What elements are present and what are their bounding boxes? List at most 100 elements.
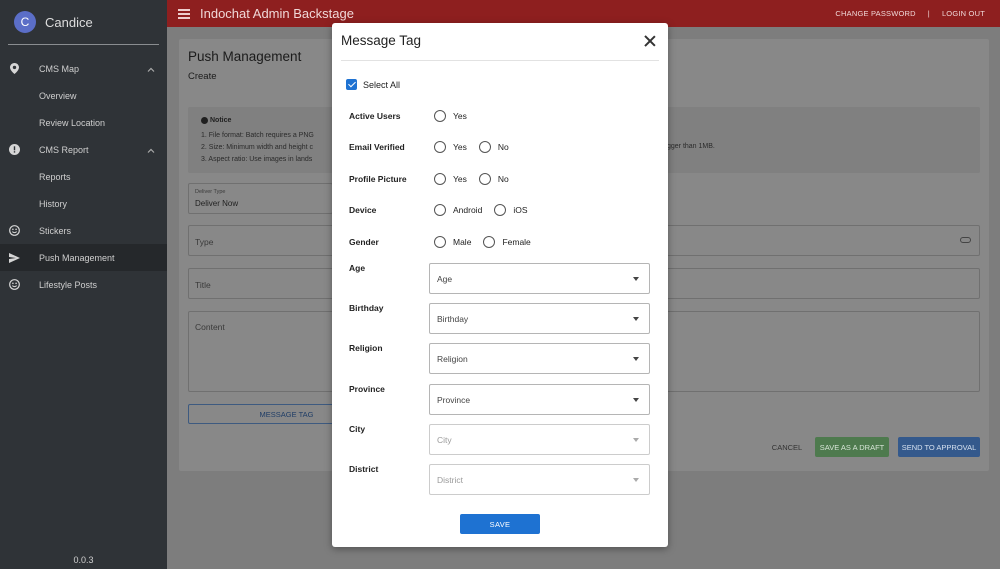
sidebar-item-label: CMS Map bbox=[39, 63, 80, 74]
active-users-yes-radio[interactable]: Yes bbox=[434, 110, 467, 122]
birthday-select[interactable]: Birthday bbox=[429, 303, 650, 334]
send-to-approval-button[interactable]: SEND TO APPROVAL bbox=[898, 437, 980, 457]
province-label: Province bbox=[349, 384, 385, 394]
radio-icon[interactable] bbox=[434, 204, 446, 216]
province-select-value: Province bbox=[437, 395, 471, 405]
age-select[interactable]: Age bbox=[429, 263, 650, 294]
gender-male-radio[interactable]: Male bbox=[434, 236, 471, 248]
dialog-title: Message Tag bbox=[341, 33, 422, 48]
district-select[interactable]: District bbox=[429, 464, 650, 495]
profile-picture-no-radio[interactable]: No bbox=[478, 173, 509, 185]
sidebar-item-cms-map[interactable]: CMS Map bbox=[0, 55, 167, 82]
sidebar-item-history[interactable]: History bbox=[0, 190, 167, 217]
radio-label: No bbox=[497, 142, 509, 152]
notice-line: 2. Size: Minimum width and height c bbox=[201, 144, 314, 151]
radio-icon[interactable] bbox=[434, 110, 446, 122]
sidebar-item-label: Overview bbox=[39, 90, 77, 101]
change-password-link[interactable]: CHANGE PASSWORD bbox=[835, 9, 915, 18]
deliver-type-select[interactable]: Deliver Type Deliver Now bbox=[188, 183, 333, 214]
smiley-icon bbox=[9, 279, 20, 290]
district-label: District bbox=[349, 464, 379, 474]
save-draft-button[interactable]: SAVE AS A DRAFT bbox=[815, 437, 889, 457]
radio-label: iOS bbox=[513, 205, 528, 215]
birthday-label: Birthday bbox=[349, 303, 384, 313]
gender-female-radio[interactable]: Female bbox=[483, 236, 531, 248]
chevron-up-icon bbox=[147, 64, 155, 74]
cancel-button[interactable]: CANCEL bbox=[767, 437, 807, 457]
save-button[interactable]: SAVE bbox=[460, 514, 540, 534]
dialog-divider bbox=[341, 60, 659, 61]
radio-icon[interactable] bbox=[483, 236, 496, 248]
radio-icon[interactable] bbox=[434, 173, 446, 185]
email-verified-label: Email Verified bbox=[349, 142, 405, 152]
religion-select[interactable]: Religion bbox=[429, 343, 650, 374]
sidebar-item-reports[interactable]: Reports bbox=[0, 163, 167, 190]
page-title: Push Management bbox=[188, 49, 302, 64]
notice-line: 3. Aspect ratio: Use images in lands bbox=[201, 156, 313, 163]
device-ios-radio[interactable]: iOS bbox=[494, 204, 527, 216]
radio-label: Female bbox=[502, 237, 531, 247]
hamburger-menu-icon[interactable] bbox=[178, 8, 190, 19]
profile-picture-label: Profile Picture bbox=[349, 174, 407, 184]
profile-picture-radio-group: Yes No bbox=[434, 173, 521, 185]
radio-icon[interactable] bbox=[434, 141, 446, 153]
close-icon[interactable] bbox=[644, 35, 656, 47]
age-select-value: Age bbox=[437, 274, 453, 284]
sidebar-item-stickers[interactable]: Stickers bbox=[0, 217, 167, 244]
send-icon bbox=[9, 252, 20, 263]
logout-link[interactable]: LOGIN OUT bbox=[942, 9, 985, 18]
religion-label: Religion bbox=[349, 343, 383, 353]
avatar[interactable]: C bbox=[14, 11, 36, 33]
app-title: Indochat Admin Backstage bbox=[200, 6, 354, 21]
sidebar-item-review-location[interactable]: Review Location bbox=[0, 109, 167, 136]
radio-icon[interactable] bbox=[494, 204, 507, 216]
city-select[interactable]: City bbox=[429, 424, 650, 455]
gender-label: Gender bbox=[349, 237, 379, 247]
sidebar-item-push-management[interactable]: Push Management bbox=[0, 244, 167, 271]
info-icon bbox=[201, 117, 208, 124]
age-label: Age bbox=[349, 263, 366, 273]
chevron-up-icon bbox=[147, 145, 155, 155]
header-separator: | bbox=[927, 9, 930, 18]
select-all-checkbox[interactable]: Select All bbox=[346, 79, 400, 90]
province-select[interactable]: Province bbox=[429, 384, 650, 415]
smiley-icon bbox=[9, 225, 20, 236]
sidebar-item-label: Stickers bbox=[39, 225, 72, 236]
username: Candice bbox=[45, 14, 93, 30]
sidebar: C Candice CMS Map Overview Review Locati… bbox=[0, 0, 167, 569]
radio-icon[interactable] bbox=[478, 141, 491, 153]
sidebar-item-label: History bbox=[39, 198, 68, 209]
radio-label: Male bbox=[453, 237, 472, 247]
user-profile: C Candice bbox=[0, 0, 167, 44]
device-android-radio[interactable]: Android bbox=[434, 204, 482, 216]
radio-icon[interactable] bbox=[478, 173, 491, 185]
city-select-value: City bbox=[437, 435, 452, 445]
dropdown-arrow-icon bbox=[633, 478, 639, 482]
attachment-icon[interactable] bbox=[960, 237, 971, 243]
dropdown-arrow-icon bbox=[633, 317, 639, 321]
profile-picture-yes-radio[interactable]: Yes bbox=[434, 173, 467, 185]
checkbox-checked-icon[interactable] bbox=[346, 79, 357, 90]
notice-title: Notice bbox=[201, 117, 231, 124]
sidebar-item-label: Push Management bbox=[39, 252, 115, 263]
email-verified-no-radio[interactable]: No bbox=[478, 141, 509, 153]
radio-icon[interactable] bbox=[434, 236, 446, 248]
sidebar-item-label: Review Location bbox=[39, 117, 106, 128]
city-label: City bbox=[349, 424, 366, 434]
content-label: Content bbox=[195, 322, 225, 332]
map-pin-icon bbox=[9, 63, 20, 74]
app-version: 0.0.3 bbox=[73, 555, 94, 565]
email-verified-radio-group: Yes No bbox=[434, 141, 521, 153]
deliver-type-label: Deliver Type bbox=[195, 189, 226, 195]
sidebar-item-overview[interactable]: Overview bbox=[0, 82, 167, 109]
religion-select-value: Religion bbox=[437, 354, 468, 364]
sidebar-item-lifestyle-posts[interactable]: Lifestyle Posts bbox=[0, 271, 167, 298]
message-tag-dialog: Message Tag Select All Active Users Yes … bbox=[332, 23, 668, 547]
gender-radio-group: Male Female bbox=[434, 236, 543, 248]
header-actions: CHANGE PASSWORD | LOGIN OUT bbox=[835, 0, 985, 27]
notice-line-tail: gger than 1MB. bbox=[667, 143, 715, 150]
alert-circle-icon bbox=[9, 144, 20, 155]
email-verified-yes-radio[interactable]: Yes bbox=[434, 141, 467, 153]
sidebar-item-cms-report[interactable]: CMS Report bbox=[0, 136, 167, 163]
radio-label: Android bbox=[453, 205, 483, 215]
